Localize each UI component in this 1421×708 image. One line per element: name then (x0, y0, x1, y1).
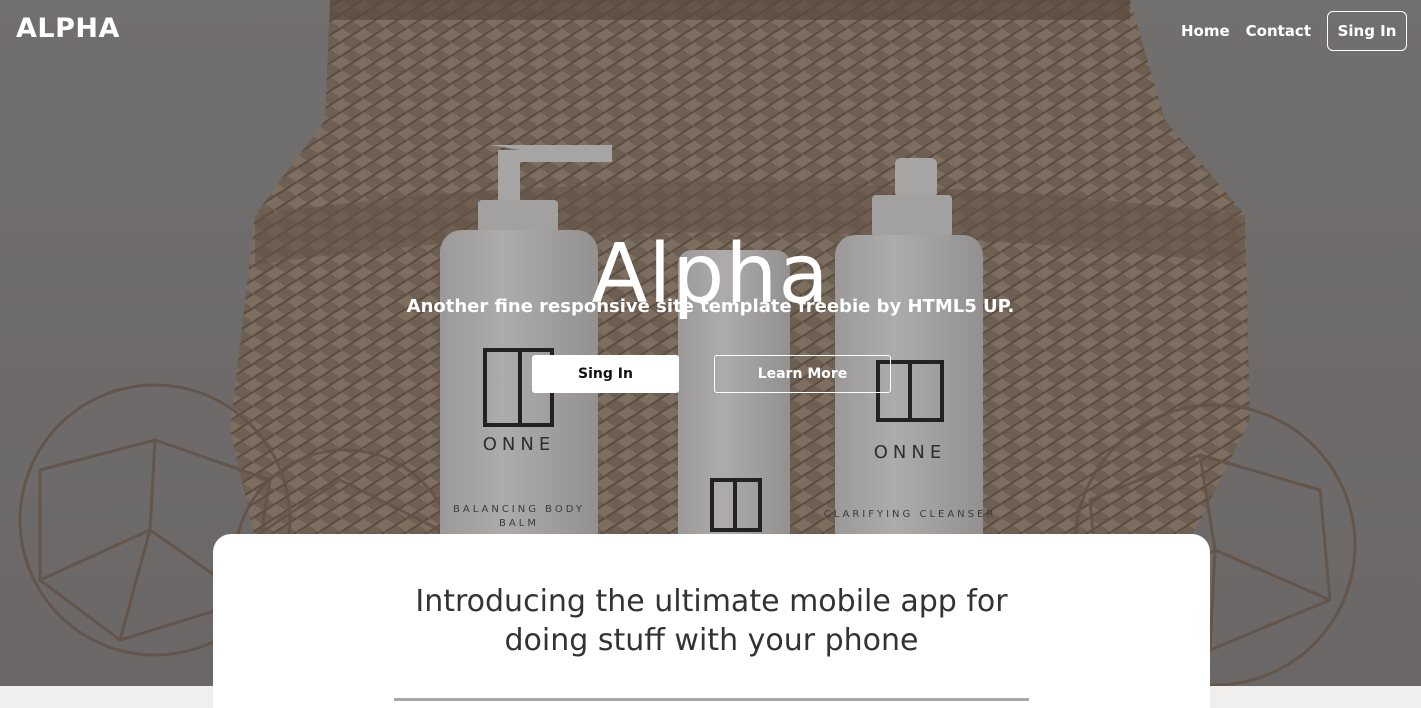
intro-heading-line-1: Introducing the ultimate mobile app for (415, 584, 1008, 619)
site-header: ALPHA Home Contact Sing In (0, 0, 1421, 62)
nav-contact-link[interactable]: Contact (1246, 22, 1311, 40)
nav-signin-button[interactable]: Sing In (1327, 11, 1407, 51)
hero-subtitle: Another fine responsive site template fr… (406, 296, 1015, 317)
landing-page: ONNE BALANCING BODY BALM ONNE CLARIFYING… (0, 0, 1421, 708)
intro-heading: Introducing the ultimate mobile app for … (213, 582, 1210, 660)
hero-learn-more-button[interactable]: Learn More (714, 355, 891, 393)
intro-card: Introducing the ultimate mobile app for … (213, 534, 1210, 708)
intro-divider (394, 698, 1029, 701)
nav-home-link[interactable]: Home (1181, 22, 1230, 40)
hero-signin-button[interactable]: Sing In (532, 355, 679, 393)
main-nav: Home Contact Sing In (1181, 11, 1407, 51)
intro-heading-line-2: doing stuff with your phone (504, 623, 919, 658)
site-logo[interactable]: ALPHA (16, 13, 120, 44)
